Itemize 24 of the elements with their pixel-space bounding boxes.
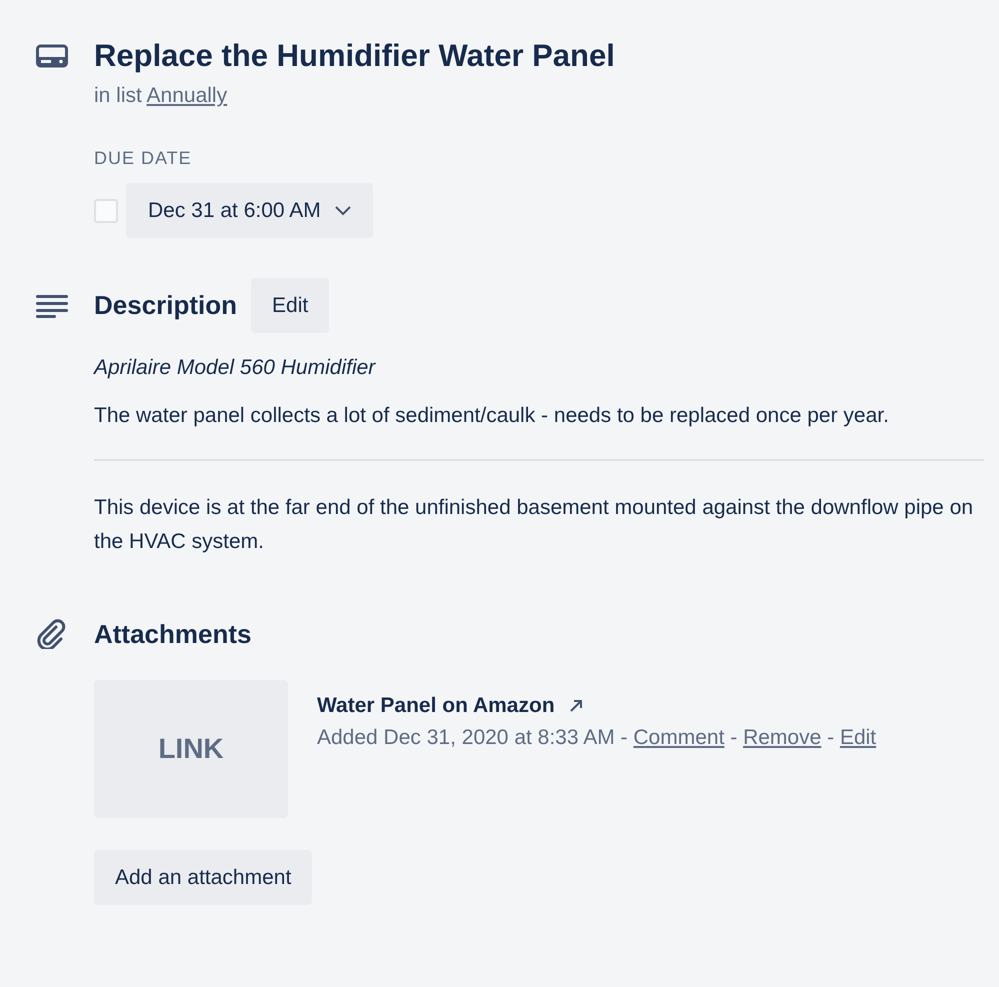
- paperclip-icon: [36, 619, 68, 649]
- action-link[interactable]: Comment: [633, 726, 724, 749]
- description-icon: [36, 294, 68, 318]
- list-label: in list: [94, 84, 142, 107]
- due-date-dropdown[interactable]: Dec 31 at 6:00 AM: [126, 183, 373, 238]
- arrow-icon: [568, 699, 583, 713]
- action-link[interactable]: Edit: [840, 726, 876, 749]
- list-link[interactable]: Annually: [146, 84, 228, 107]
- chevron-down-icon: [334, 206, 351, 216]
- action-link[interactable]: Remove: [743, 726, 822, 749]
- card-icon: [36, 42, 68, 68]
- due-date-label: DUE DATE: [94, 148, 193, 169]
- link-thumbnail[interactable]: LINK: [94, 680, 288, 818]
- description-text: Aprilaire Model 560 Humidifier: [94, 355, 377, 381]
- add-attachment-button[interactable]: Add an attachment: [94, 850, 312, 905]
- description-text: The water panel collects a lot of sediment/caulk - needs to be replaced once per year.: [94, 403, 890, 429]
- attachment-meta: Added Dec 31, 2020 at 8:33 AM - Comment - Remove - Edit: [317, 725, 876, 751]
- description-text: This device is at the far end of the unfinished basement mounted against the downflow pipe on the HVAC system.: [94, 495, 974, 555]
- section-heading: Description: [94, 290, 238, 321]
- section-heading: Attachments: [94, 619, 252, 650]
- attachment-title[interactable]: Water Panel on Amazon: [317, 694, 555, 718]
- edit-button[interactable]: Edit: [251, 278, 330, 333]
- card-title: Replace the Humidifier Water Panel: [94, 37, 616, 75]
- checkbox[interactable]: [94, 198, 118, 222]
